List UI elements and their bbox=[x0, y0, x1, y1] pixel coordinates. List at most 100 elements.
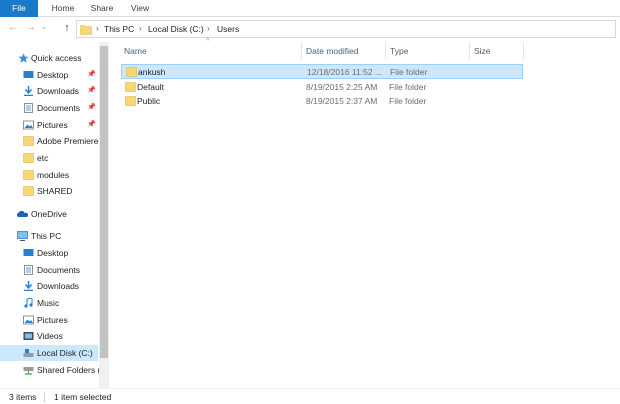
nav-label: Downloads bbox=[37, 281, 80, 291]
nav-item-local-disk[interactable]: Local Disk (C:) bbox=[0, 345, 98, 361]
status-bar: 3 items 1 item selected bbox=[0, 388, 620, 404]
pictures-icon bbox=[23, 120, 34, 130]
nav-item-pictures-pc[interactable]: Pictures bbox=[0, 312, 100, 328]
pin-icon[interactable]: 📌 bbox=[87, 67, 96, 83]
pin-icon[interactable]: 📌 bbox=[87, 83, 96, 99]
back-arrow-icon[interactable]: ← bbox=[6, 21, 20, 35]
drive-icon bbox=[23, 349, 34, 357]
breadcrumb-separator-icon[interactable]: › bbox=[96, 21, 99, 37]
column-divider[interactable] bbox=[385, 42, 386, 60]
nav-label: Videos bbox=[37, 331, 63, 341]
up-arrow-icon[interactable]: ↑ bbox=[60, 21, 74, 35]
column-header-size[interactable]: Size bbox=[474, 42, 491, 60]
column-header-type[interactable]: Type bbox=[390, 42, 408, 60]
column-divider[interactable] bbox=[301, 42, 302, 60]
nav-label: Adobe Premiere bbox=[37, 136, 99, 146]
pc-icon bbox=[17, 231, 28, 241]
nav-label: etc bbox=[37, 153, 49, 163]
column-header-date[interactable]: Date modified bbox=[306, 42, 358, 60]
nav-item-modules[interactable]: modules bbox=[0, 167, 100, 183]
nav-item-adobe-premiere[interactable]: Adobe Premiere bbox=[0, 133, 100, 149]
file-type: File folder bbox=[389, 82, 427, 92]
network-drive-icon bbox=[23, 367, 34, 375]
nav-item-desktop[interactable]: Desktop 📌 bbox=[0, 67, 100, 83]
nav-item-pictures[interactable]: Pictures 📌 bbox=[0, 117, 100, 133]
ribbon-tabs: File Home Share View bbox=[0, 0, 620, 17]
folder-icon bbox=[23, 170, 34, 180]
item-count: 3 items bbox=[9, 392, 37, 402]
file-row[interactable]: Public 8/19/2015 2:37 AM File folder bbox=[121, 94, 523, 109]
sort-ascending-icon: ^ bbox=[206, 38, 210, 45]
nav-label: Music bbox=[37, 298, 60, 308]
tab-file[interactable]: File bbox=[0, 0, 38, 17]
download-icon bbox=[24, 281, 33, 291]
folder-icon bbox=[126, 67, 137, 77]
file-name: Public bbox=[137, 96, 161, 106]
nav-label: Documents bbox=[37, 265, 80, 275]
desktop-icon bbox=[23, 249, 34, 256]
folder-icon bbox=[80, 25, 92, 35]
desktop-icon bbox=[23, 71, 34, 78]
status-divider bbox=[44, 392, 45, 402]
nav-item-desktop-pc[interactable]: Desktop bbox=[0, 245, 100, 261]
nav-label: Desktop bbox=[37, 248, 69, 258]
nav-item-shared[interactable]: SHARED bbox=[0, 183, 100, 199]
breadcrumb-users[interactable]: Users bbox=[217, 21, 239, 37]
breadcrumb-this-pc[interactable]: This PC bbox=[104, 21, 134, 37]
folder-icon bbox=[23, 186, 34, 196]
documents-icon bbox=[24, 265, 33, 275]
folder-icon bbox=[125, 82, 136, 92]
nav-label: Desktop bbox=[37, 70, 69, 80]
nav-item-etc[interactable]: etc bbox=[0, 150, 100, 166]
folder-icon bbox=[23, 153, 34, 163]
tab-home[interactable]: Home bbox=[46, 0, 80, 17]
file-row[interactable]: ankush 12/18/2016 11:52 ... File folder bbox=[121, 64, 523, 79]
nav-item-downloads[interactable]: Downloads 📌 bbox=[0, 83, 100, 99]
nav-scrollbar-thumb[interactable] bbox=[100, 46, 108, 358]
onedrive-icon bbox=[17, 210, 28, 217]
address-row: ← → ⌄ ↑ › This PC › Local Disk (C:) › Us… bbox=[0, 18, 620, 40]
pin-icon[interactable]: 📌 bbox=[87, 100, 96, 116]
pin-icon[interactable]: 📌 bbox=[87, 117, 96, 133]
folder-icon bbox=[125, 96, 136, 106]
nav-item-quick-access[interactable]: Quick access bbox=[0, 50, 100, 66]
tab-share[interactable]: Share bbox=[86, 0, 118, 17]
breadcrumb-separator-icon[interactable]: › bbox=[139, 21, 142, 37]
navigation-pane: Quick access Desktop 📌 Downloads 📌 Docum… bbox=[0, 42, 110, 388]
column-header-name[interactable]: Name bbox=[124, 42, 147, 60]
file-type: File folder bbox=[389, 96, 427, 106]
nav-item-music[interactable]: Music bbox=[0, 295, 100, 311]
breadcrumb-local-disk[interactable]: Local Disk (C:) bbox=[148, 21, 204, 37]
nav-item-onedrive[interactable]: OneDrive bbox=[0, 206, 100, 222]
file-date: 8/19/2015 2:25 AM bbox=[306, 82, 378, 92]
pictures-icon bbox=[23, 315, 34, 325]
file-date: 8/19/2015 2:37 AM bbox=[306, 96, 378, 106]
file-row[interactable]: Default 8/19/2015 2:25 AM File folder bbox=[121, 80, 523, 95]
file-type: File folder bbox=[390, 67, 428, 77]
nav-label: Documents bbox=[37, 103, 80, 113]
folder-icon bbox=[23, 136, 34, 146]
nav-item-this-pc[interactable]: This PC bbox=[0, 228, 100, 244]
nav-item-shared-folders[interactable]: Shared Folders (\ bbox=[0, 362, 100, 378]
address-bar[interactable]: › This PC › Local Disk (C:) › Users bbox=[76, 20, 616, 38]
nav-item-documents[interactable]: Documents 📌 bbox=[0, 100, 100, 116]
nav-item-videos[interactable]: Videos bbox=[0, 328, 100, 344]
column-divider[interactable] bbox=[523, 42, 524, 60]
nav-label: SHARED bbox=[37, 186, 73, 196]
selected-count: 1 item selected bbox=[54, 392, 112, 402]
forward-arrow-icon[interactable]: → bbox=[24, 21, 38, 35]
column-divider[interactable] bbox=[469, 42, 470, 60]
nav-label: Pictures bbox=[37, 315, 68, 325]
nav-item-downloads-pc[interactable]: Downloads bbox=[0, 278, 100, 294]
music-icon bbox=[24, 298, 33, 308]
nav-item-documents-pc[interactable]: Documents bbox=[0, 262, 100, 278]
star-icon bbox=[18, 53, 29, 63]
documents-icon bbox=[24, 103, 33, 113]
tab-view[interactable]: View bbox=[126, 0, 154, 17]
videos-icon bbox=[23, 332, 34, 340]
recent-locations-chevron-icon[interactable]: ⌄ bbox=[39, 21, 49, 35]
download-icon bbox=[24, 86, 33, 96]
breadcrumb-separator-icon[interactable]: › bbox=[207, 21, 210, 37]
nav-label: This PC bbox=[31, 231, 62, 241]
nav-label: OneDrive bbox=[31, 209, 67, 219]
